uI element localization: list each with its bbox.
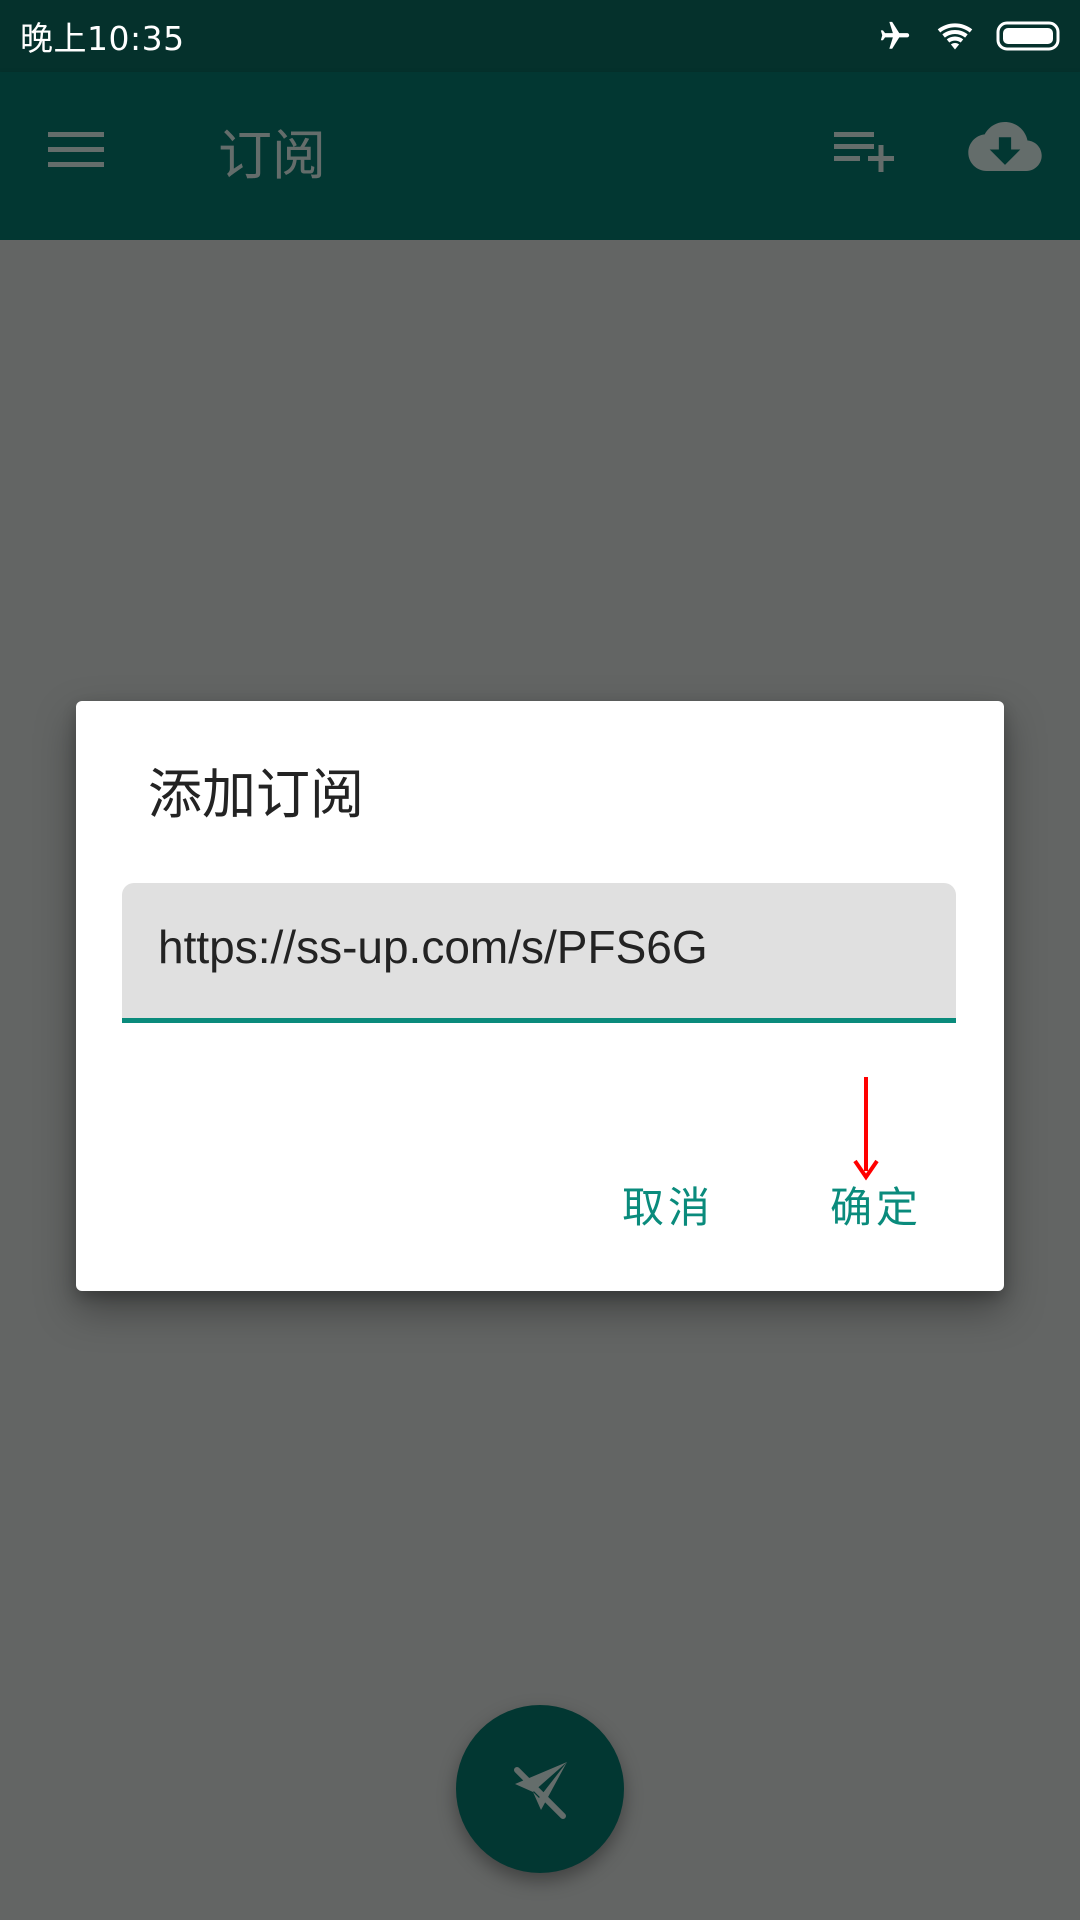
menu-icon [48,132,104,167]
annotation-arrow-icon [853,1077,879,1181]
battery-icon [996,21,1060,51]
playlist-add-icon [834,132,894,172]
update-subscription-button[interactable] [968,122,1044,182]
menu-button[interactable] [48,128,120,184]
airplane-mode-icon [880,21,910,49]
status-time: 晚上10:35 [20,19,185,58]
cloud-download-icon [968,122,1042,171]
connect-fab[interactable] [456,1705,624,1873]
wifi-icon [937,23,973,50]
page-title: 订阅 [218,124,326,187]
add-subscription-dialog: 添加订阅 取消 确定 [76,701,1004,1291]
ok-button[interactable]: 确定 [830,1179,922,1237]
app-toolbar: 订阅 [0,72,1080,240]
cancel-button[interactable]: 取消 [622,1179,714,1237]
add-subscription-button[interactable] [830,126,898,186]
paper-plane-off-icon [514,1762,567,1819]
status-icons [876,19,1062,53]
status-bar: 晚上10:35 [0,0,1080,72]
dialog-actions: 取消 确定 [76,701,1004,1291]
